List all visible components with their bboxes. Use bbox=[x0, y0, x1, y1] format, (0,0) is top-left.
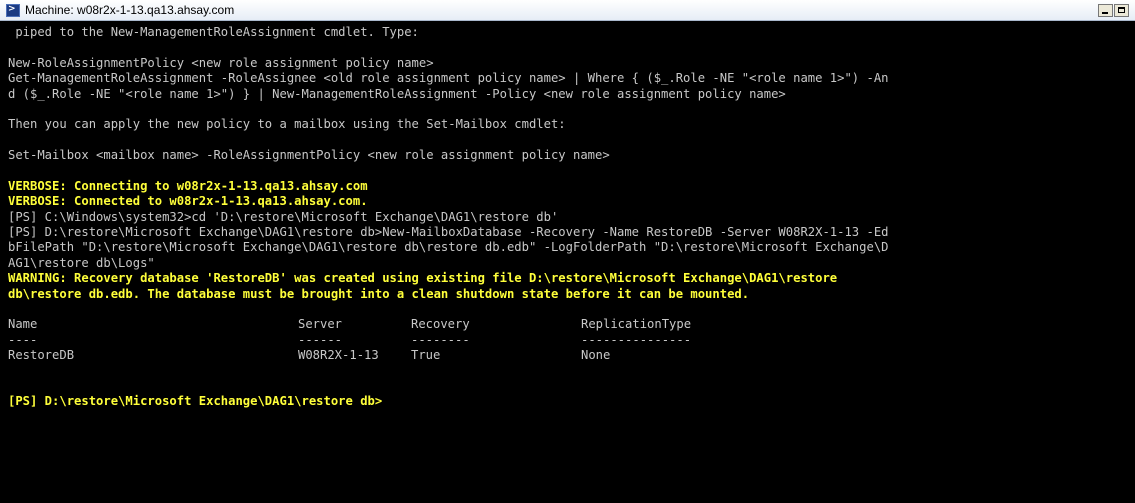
console-line: piped to the New-ManagementRoleAssignmen… bbox=[8, 25, 419, 39]
table-cell-recovery: True bbox=[411, 348, 441, 363]
maximize-icon bbox=[1118, 6, 1125, 13]
console-output[interactable]: piped to the New-ManagementRoleAssignmen… bbox=[0, 22, 1135, 503]
console-line: bFilePath "D:\restore\Microsoft Exchange… bbox=[8, 240, 889, 255]
console-line: VERBOSE: Connecting to w08r2x-1-13.qa13.… bbox=[8, 178, 368, 193]
powershell-window: > Machine: w08r2x-1-13.qa13.ahsay.com pi… bbox=[0, 0, 1135, 503]
window-title: Machine: w08r2x-1-13.qa13.ahsay.com bbox=[25, 3, 235, 17]
table-underline-server: ------ bbox=[298, 332, 343, 347]
maximize-button[interactable] bbox=[1114, 3, 1129, 17]
table-cell-name: RestoreDB bbox=[8, 348, 75, 363]
window-controls bbox=[1098, 3, 1129, 17]
console-line: New-RoleAssignmentPolicy <new role assig… bbox=[8, 55, 434, 70]
table-cell-replication-type: None bbox=[581, 348, 611, 363]
console-line: AG1\restore db\Logs" bbox=[8, 255, 155, 270]
table-underline-row: ---- ------ -------- --------------- bbox=[8, 333, 1135, 348]
table-header-name: Name bbox=[8, 317, 38, 332]
title-bar[interactable]: > Machine: w08r2x-1-13.qa13.ahsay.com bbox=[0, 0, 1135, 21]
console-line: [PS] C:\Windows\system32>cd 'D:\restore\… bbox=[8, 209, 559, 224]
console-line: d ($_.Role -NE "<role name 1>") } | New-… bbox=[8, 86, 786, 101]
console-line: Set-Mailbox <mailbox name> -RoleAssignme… bbox=[8, 148, 610, 163]
table-header-recovery: Recovery bbox=[411, 317, 470, 332]
console-line: Get-ManagementRoleAssignment -RoleAssign… bbox=[8, 71, 889, 86]
table-header-row: Name Server Recovery ReplicationType bbox=[8, 317, 1135, 332]
table-header-replication-type: ReplicationType bbox=[581, 317, 692, 332]
table-underline-replication-type: --------------- bbox=[581, 332, 692, 347]
minimize-button[interactable] bbox=[1098, 3, 1113, 17]
console-line: WARNING: Recovery database 'RestoreDB' w… bbox=[8, 271, 838, 286]
minimize-icon bbox=[1102, 11, 1108, 14]
console-line: VERBOSE: Connected to w08r2x-1-13.qa13.a… bbox=[8, 194, 368, 209]
console-line: [PS] D:\restore\Microsoft Exchange\DAG1\… bbox=[8, 225, 889, 240]
command-prompt[interactable]: [PS] D:\restore\Microsoft Exchange\DAG1\… bbox=[8, 394, 1135, 409]
console-line: Then you can apply the new policy to a m… bbox=[8, 117, 566, 132]
powershell-icon: > bbox=[6, 3, 20, 17]
table-cell-server: W08R2X-1-13 bbox=[298, 348, 379, 363]
table-header-server: Server bbox=[298, 317, 343, 332]
table-underline-recovery: -------- bbox=[411, 332, 470, 347]
console-line: db\restore db.edb. The database must be … bbox=[8, 286, 750, 301]
table-row: RestoreDB W08R2X-1-13 True None bbox=[8, 348, 1135, 363]
table-underline-name: ---- bbox=[8, 332, 38, 347]
